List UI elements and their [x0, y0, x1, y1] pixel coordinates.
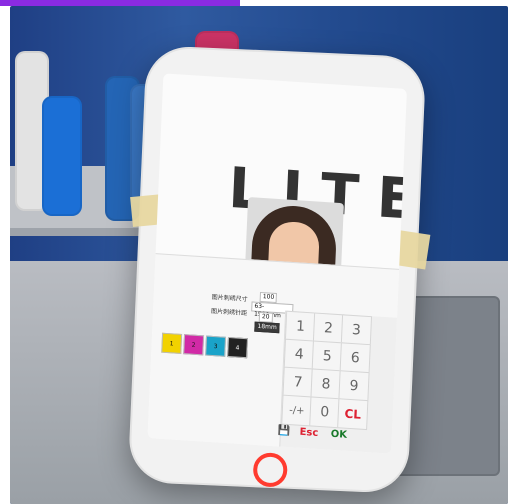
- key-0[interactable]: 0: [309, 396, 341, 429]
- key-1[interactable]: 1: [284, 310, 317, 343]
- save-button[interactable]: 💾: [276, 422, 293, 439]
- color-swatch-2[interactable]: 2: [183, 334, 205, 356]
- device-screen: LITEC 图片刺绣尺寸 图片刺绣针距 100 63-1500mm 20 18m…: [147, 73, 407, 454]
- touchscreen-device: LITEC 图片刺绣尺寸 图片刺绣针距 100 63-1500mm 20 18m…: [127, 45, 431, 494]
- thread-spool: [42, 96, 82, 216]
- key-9[interactable]: 9: [338, 370, 370, 403]
- power-button-ring[interactable]: [252, 452, 288, 488]
- key-clear[interactable]: CL: [337, 398, 369, 431]
- spacing-unit: 18mm: [254, 321, 280, 334]
- key-sign[interactable]: -/+: [281, 394, 313, 427]
- swatch-label-4: 4: [235, 343, 240, 352]
- key-3[interactable]: 3: [340, 314, 373, 347]
- key-8[interactable]: 8: [310, 368, 342, 401]
- settings-panel: 图片刺绣尺寸 图片刺绣针距 100 63-1500mm 20 18mm 1 2 …: [147, 253, 400, 454]
- key-7[interactable]: 7: [282, 366, 314, 399]
- color-swatch-1[interactable]: 1: [161, 332, 183, 354]
- swatch-label-3: 3: [213, 342, 218, 350]
- color-swatch-3[interactable]: 3: [205, 335, 227, 357]
- swatch-label-2: 2: [191, 341, 196, 349]
- color-swatch-4[interactable]: 4: [227, 336, 248, 359]
- label-size: 图片刺绣尺寸: [211, 293, 248, 304]
- photo-scene: LITEC 图片刺绣尺寸 图片刺绣针距 100 63-1500mm 20 18m…: [10, 6, 508, 504]
- key-5[interactable]: 5: [311, 340, 343, 373]
- key-4[interactable]: 4: [283, 338, 315, 371]
- label-spacing: 图片刺绣针距: [210, 307, 248, 318]
- key-6[interactable]: 6: [339, 342, 371, 375]
- swatch-label-1: 1: [169, 339, 174, 347]
- key-2[interactable]: 2: [312, 312, 345, 345]
- ok-button[interactable]: OK: [326, 425, 353, 443]
- esc-button[interactable]: Esc: [296, 424, 323, 442]
- screenshot-frame: LITEC 图片刺绣尺寸 图片刺绣针距 100 63-1500mm 20 18m…: [0, 0, 511, 504]
